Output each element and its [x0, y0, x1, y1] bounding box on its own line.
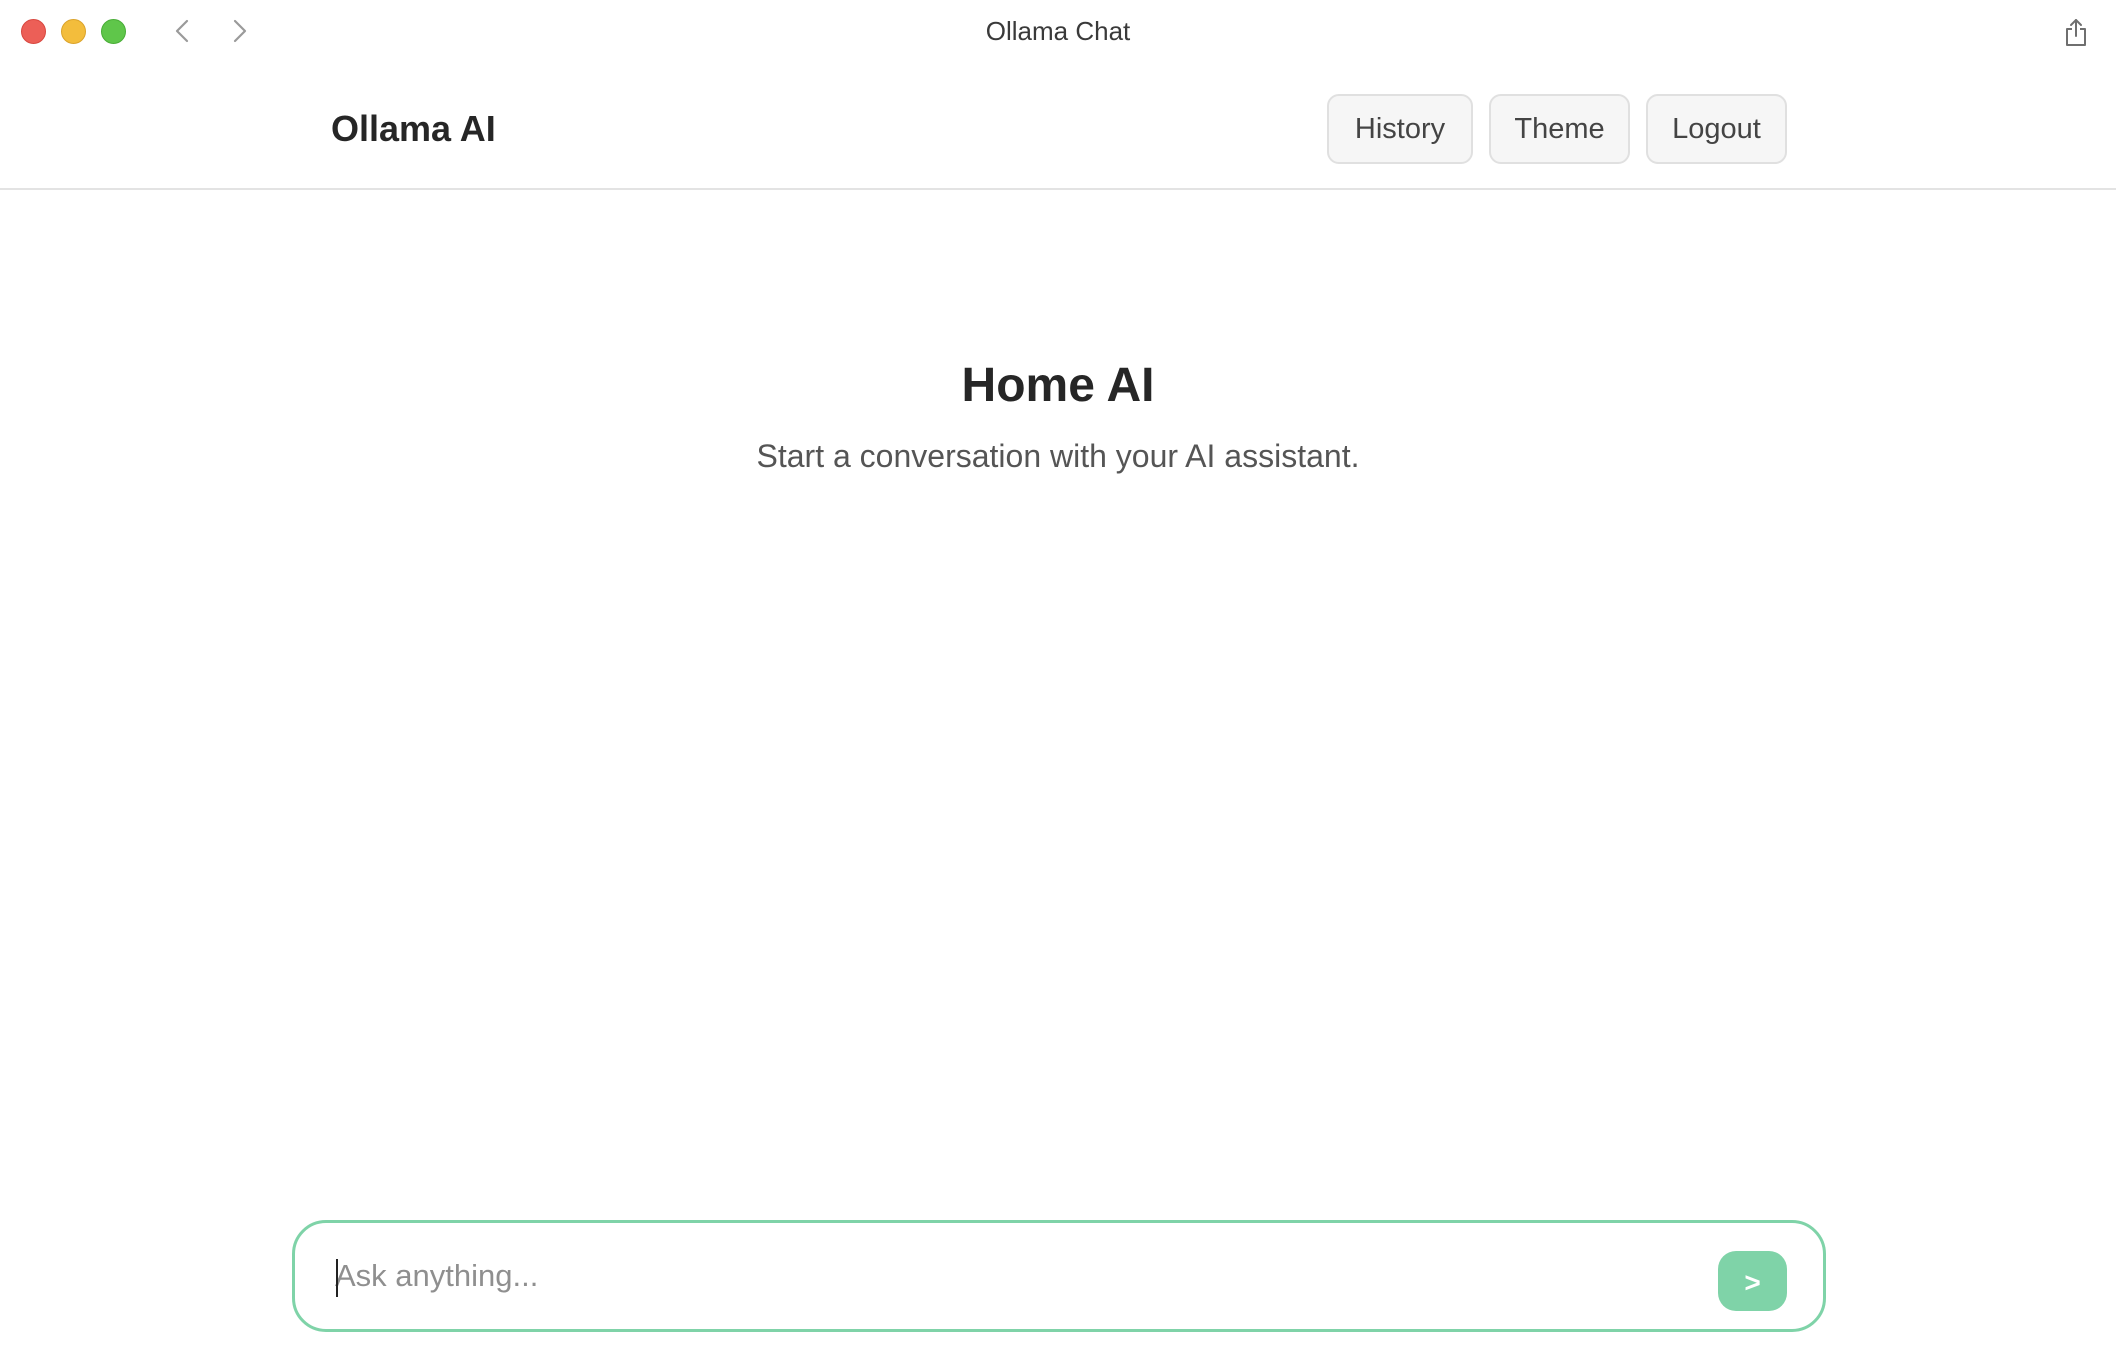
theme-button[interactable]: Theme	[1489, 94, 1630, 164]
share-button[interactable]	[2056, 12, 2096, 52]
text-caret	[336, 1259, 338, 1297]
window-titlebar: Ollama Chat	[0, 0, 2116, 64]
message-input[interactable]	[335, 1243, 1665, 1309]
page-subtitle: Start a conversation with your AI assist…	[756, 438, 1360, 474]
history-button[interactable]: History	[1327, 94, 1473, 164]
app-header: Ollama AI History Theme Logout	[0, 64, 2116, 190]
logout-button[interactable]: Logout	[1646, 94, 1787, 164]
welcome-section: Home AI Start a conversation with your A…	[0, 356, 2116, 476]
header-actions: History Theme Logout	[1327, 94, 1787, 164]
page-title: Home AI	[961, 359, 1155, 412]
message-composer: >	[292, 1220, 1826, 1332]
brand-title: Ollama AI	[331, 108, 496, 149]
window-title: Ollama Chat	[985, 16, 1131, 46]
send-button[interactable]: >	[1718, 1251, 1787, 1311]
share-icon	[2066, 19, 2086, 46]
